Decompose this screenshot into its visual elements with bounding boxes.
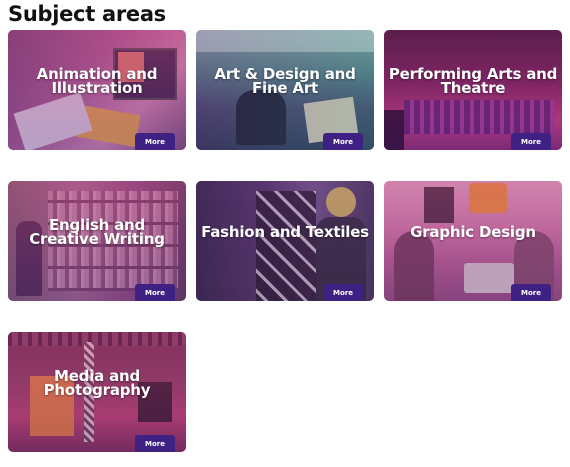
card-title: Animation and Illustration [36, 65, 158, 97]
card-english-creative-writing[interactable]: English and Creative Writing More [8, 181, 186, 301]
card-media-photography[interactable]: Media and Photography More [8, 332, 186, 452]
card-fashion-textiles[interactable]: Fashion and Textiles More [196, 181, 374, 301]
more-button[interactable]: More [135, 435, 175, 452]
card-title: Fashion and Textiles [201, 223, 369, 241]
more-button[interactable]: More [323, 133, 363, 150]
card-title: Media and Photography [43, 367, 151, 399]
card-title: Performing Arts and Theatre [388, 65, 558, 97]
page-heading: Subject areas [8, 2, 166, 26]
card-title: English and Creative Writing [29, 216, 165, 248]
card-art-design-fine-art[interactable]: Art & Design and Fine Art More [196, 30, 374, 150]
more-button[interactable]: More [323, 284, 363, 301]
more-button[interactable]: More [135, 133, 175, 150]
more-button[interactable]: More [511, 133, 551, 150]
more-button[interactable]: More [511, 284, 551, 301]
card-graphic-design[interactable]: Graphic Design More [384, 181, 562, 301]
card-animation-illustration[interactable]: Animation and Illustration More [8, 30, 186, 150]
more-button[interactable]: More [135, 284, 175, 301]
card-title: Art & Design and Fine Art [214, 65, 356, 97]
card-performing-arts-theatre[interactable]: Performing Arts and Theatre More [384, 30, 562, 150]
card-title: Graphic Design [410, 223, 536, 241]
